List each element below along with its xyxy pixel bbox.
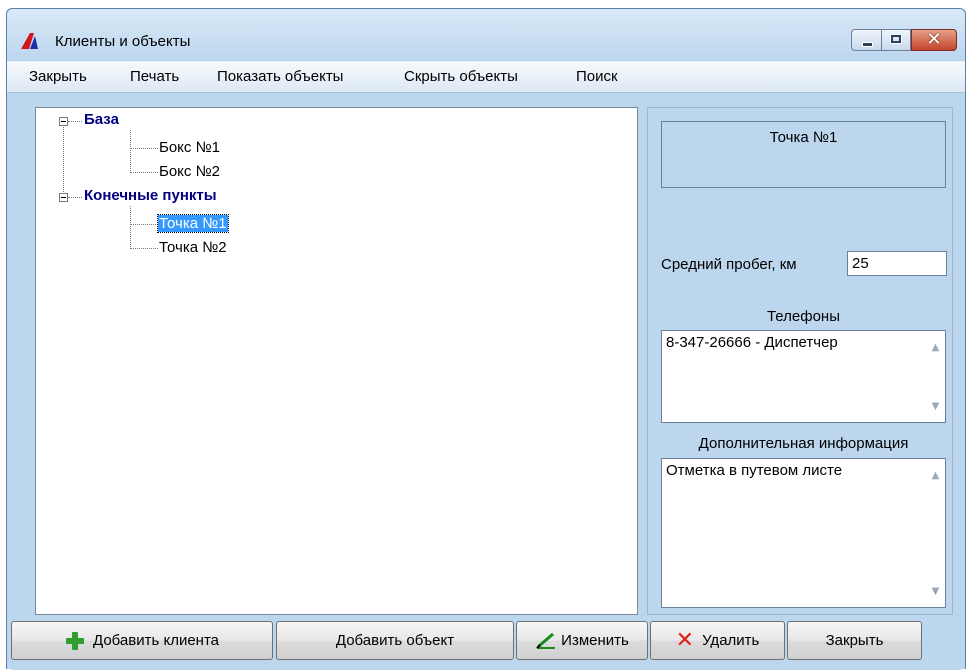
- window-controls: ✕: [851, 29, 957, 53]
- minimize-button[interactable]: [851, 29, 881, 51]
- tree-node-base[interactable]: База: [84, 111, 119, 128]
- main-window: Клиенты и объекты ✕ Закрыть Печать Показ…: [6, 8, 966, 670]
- phones-text: 8-347-26666 - Диспетчер: [666, 334, 838, 351]
- menu-close[interactable]: Закрыть: [29, 68, 87, 85]
- tree-line: [130, 172, 158, 173]
- client-area: База Бокс №1 Бокс №2 Конечные пункты Точ…: [11, 93, 961, 670]
- expand-toggle[interactable]: [59, 117, 68, 126]
- tree-line: [130, 148, 158, 149]
- tree-line: [130, 224, 158, 225]
- tree-node-point-1[interactable]: Точка №1: [157, 214, 229, 233]
- tree-node-box-2[interactable]: Бокс №2: [159, 163, 220, 180]
- tree-line: [130, 130, 131, 173]
- tree-line: [130, 248, 158, 249]
- pen-icon: [536, 632, 556, 649]
- close-label: Закрыть: [825, 632, 884, 649]
- tree-node-box-1[interactable]: Бокс №1: [159, 139, 220, 156]
- expand-toggle[interactable]: [59, 193, 68, 202]
- edit-button[interactable]: Изменить: [516, 621, 648, 660]
- tree-node-label: Точка №1: [157, 214, 229, 233]
- close-button[interactable]: Закрыть: [787, 621, 922, 660]
- tree-line: [130, 206, 131, 249]
- add-client-button[interactable]: Добавить клиента: [11, 621, 273, 660]
- title-bar[interactable]: Клиенты и объекты ✕: [7, 9, 965, 61]
- delete-button[interactable]: ✕ Удалить: [650, 621, 785, 660]
- scroll-down-icon[interactable]: ▼: [927, 399, 944, 415]
- tree-node-label: База: [84, 111, 119, 128]
- add-object-button[interactable]: Добавить объект: [276, 621, 514, 660]
- mileage-label: Средний пробег, км: [661, 256, 797, 273]
- close-icon: ✕: [926, 29, 942, 50]
- menu-hide-objects[interactable]: Скрыть объекты: [404, 68, 518, 85]
- add-object-label: Добавить объект: [335, 632, 455, 649]
- minimize-icon: [862, 42, 873, 47]
- tree-line: [68, 197, 82, 198]
- clients-tree[interactable]: База Бокс №1 Бокс №2 Конечные пункты Точ…: [35, 107, 638, 615]
- plus-icon: [65, 631, 85, 651]
- details-panel: Точка №1 Средний пробег, км Телефоны 8-3…: [647, 107, 953, 615]
- tree-node-label: Бокс №1: [159, 139, 221, 156]
- add-client-label: Добавить клиента: [93, 632, 219, 649]
- info-textarea[interactable]: Отметка в путевом листе ▲ ▼: [661, 458, 946, 608]
- menu-show-objects[interactable]: Показать объекты: [217, 68, 343, 85]
- info-label: Дополнительная информация: [698, 435, 909, 452]
- scroll-up-icon[interactable]: ▲: [927, 340, 944, 356]
- delete-label: Удалить: [702, 632, 760, 649]
- tree-node-label: Точка №2: [159, 239, 227, 256]
- mileage-input[interactable]: [847, 251, 947, 276]
- maximize-icon: [891, 35, 901, 43]
- menu-bar: Закрыть Печать Показать объекты Скрыть о…: [7, 61, 965, 93]
- tree-node-label: Конечные пункты: [84, 187, 217, 204]
- window-title: Клиенты и объекты: [55, 33, 191, 50]
- info-text: Отметка в путевом листе: [666, 462, 843, 479]
- phones-scrollbar[interactable]: ▲ ▼: [927, 332, 944, 421]
- menu-print[interactable]: Печать: [130, 68, 179, 85]
- tree-node-endpoints[interactable]: Конечные пункты: [84, 187, 217, 204]
- close-window-button[interactable]: ✕: [911, 29, 957, 51]
- scroll-down-icon[interactable]: ▼: [927, 584, 944, 600]
- phones-label: Телефоны: [766, 308, 840, 325]
- maximize-button[interactable]: [881, 29, 911, 51]
- app-logo-icon: [21, 33, 38, 49]
- scroll-up-icon[interactable]: ▲: [927, 468, 944, 484]
- info-scrollbar[interactable]: ▲ ▼: [927, 460, 944, 606]
- tree-node-label: Бокс №2: [159, 163, 221, 180]
- tree-line: [68, 121, 82, 122]
- red-x-icon: ✕: [675, 627, 695, 653]
- menu-search[interactable]: Поиск: [576, 68, 618, 85]
- object-name: Точка №1: [661, 121, 946, 188]
- tree-line: [63, 125, 64, 196]
- phones-textarea[interactable]: 8-347-26666 - Диспетчер ▲ ▼: [661, 330, 946, 423]
- button-bar: Добавить клиента Добавить объект Изменит…: [11, 621, 961, 661]
- edit-label: Изменить: [561, 632, 629, 649]
- tree-node-point-2[interactable]: Точка №2: [159, 239, 227, 256]
